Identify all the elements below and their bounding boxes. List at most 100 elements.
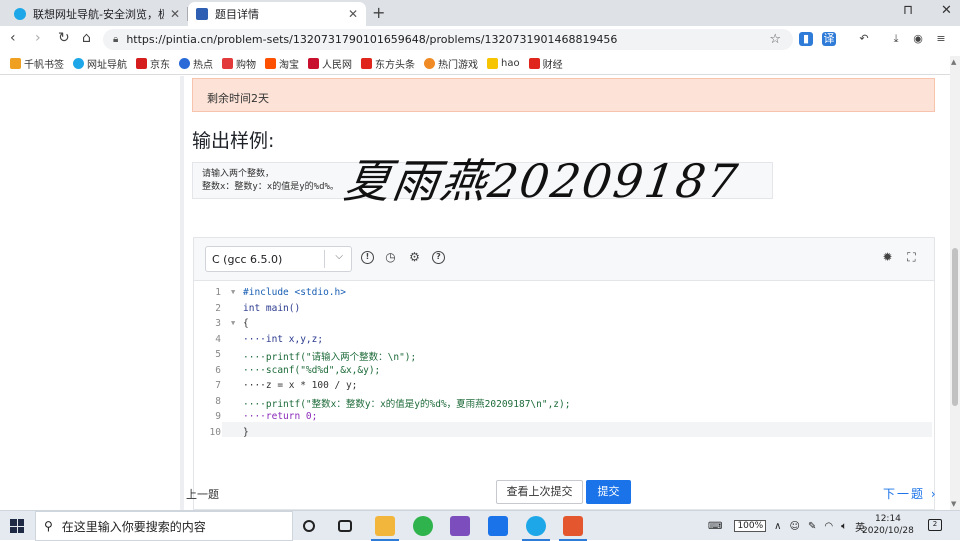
- back-icon[interactable]: ‹: [10, 30, 16, 46]
- line-number: 9: [215, 411, 221, 422]
- download-icon[interactable]: ⤓: [889, 32, 903, 46]
- restore-window-icon[interactable]: ⊓: [903, 3, 913, 18]
- bookmark-icon: [136, 58, 147, 69]
- scroll-up-icon[interactable]: ▲: [951, 58, 956, 66]
- bookmark-icon: [308, 58, 319, 69]
- bookmark-item[interactable]: hao: [487, 58, 520, 69]
- visual-studio-icon[interactable]: [450, 516, 470, 536]
- scrollbar-thumb[interactable]: [952, 248, 958, 406]
- bookmark-item[interactable]: 千帆书签: [10, 56, 64, 71]
- wifi-icon[interactable]: ◠: [824, 521, 833, 532]
- prev-problem-link[interactable]: 上一题: [186, 486, 219, 502]
- line-number: 10: [209, 427, 221, 438]
- close-tab-icon[interactable]: ✕: [170, 7, 180, 21]
- handwritten-signature: 夏雨燕20209187: [340, 154, 743, 208]
- translate-icon[interactable]: 译: [822, 32, 836, 46]
- bookmark-star-icon[interactable]: ☆: [769, 32, 781, 47]
- fullscreen-icon[interactable]: ⛶: [905, 251, 918, 264]
- debug-bug-icon[interactable]: ✹: [881, 251, 894, 264]
- lenovo-icon: [14, 8, 26, 20]
- new-tab-button[interactable]: +: [372, 3, 385, 22]
- bookmark-label: 热门游戏: [438, 60, 478, 71]
- taskbar-search-box[interactable]: ⚲ 在这里输入你要搜索的内容: [35, 511, 293, 541]
- line-number: 5: [215, 349, 221, 360]
- code-area[interactable]: 1 2 3 4 5 6 7 8 9 10 ▼ ▼ #include <stdio…: [194, 281, 934, 509]
- language-select[interactable]: C (gcc 6.5.0) ⌵: [205, 246, 352, 272]
- page-scrollbar[interactable]: ▲ ▼: [950, 56, 960, 510]
- bookmark-item[interactable]: 淘宝: [265, 56, 299, 71]
- submit-button[interactable]: 提交: [586, 480, 631, 504]
- file-explorer-icon[interactable]: [371, 516, 399, 541]
- bookmark-item[interactable]: 人民网: [308, 56, 352, 71]
- line-number: 1: [215, 287, 221, 298]
- clock-date: 2020/10/28: [862, 526, 914, 536]
- undo-icon[interactable]: ↶: [857, 32, 871, 46]
- bookmark-icon: [487, 58, 498, 69]
- pen-icon[interactable]: ✎: [808, 521, 816, 532]
- code-line: ····scanf("%d%d",&x,&y);: [243, 365, 381, 376]
- account-icon[interactable]: ◉: [911, 32, 925, 46]
- home-icon[interactable]: ⌂: [82, 30, 91, 46]
- reload-icon[interactable]: ↻: [58, 30, 70, 46]
- notice-text: 剩余时间2天: [207, 92, 269, 105]
- code-line: ····printf("整数x：整数y：x的值是y的%d%，夏雨燕2020918…: [243, 399, 571, 410]
- code-line: ····printf("请输入两个整数：\n");: [243, 352, 417, 363]
- forward-icon[interactable]: ›: [35, 30, 41, 46]
- lock-icon: 🔒︎: [113, 34, 119, 45]
- fold-arrow-icon[interactable]: ▼: [231, 288, 235, 296]
- code-line: ····int x,y,z;: [243, 334, 324, 345]
- battery-indicator[interactable]: 100%: [734, 520, 767, 532]
- next-problem-link[interactable]: 下一题 ›: [883, 485, 938, 502]
- bookmark-label: 京东: [150, 60, 170, 71]
- info-icon[interactable]: !: [361, 251, 374, 264]
- bookmark-item[interactable]: 东方头条: [361, 56, 415, 71]
- windows-taskbar: ⚲ 在这里输入你要搜索的内容 ⌨ 100% ∧ ☺ ✎ ◠ 🔈︎ 英 12:14…: [0, 510, 960, 541]
- bookmark-icon: [222, 58, 233, 69]
- bookmark-label: 人民网: [322, 60, 352, 71]
- action-center-icon[interactable]: 2: [928, 519, 942, 531]
- tab-lenovo-nav[interactable]: 联想网址导航-安全浏览，极速体验 ✕: [6, 2, 188, 26]
- menu-icon[interactable]: ≡: [934, 32, 948, 46]
- tab-problem-detail[interactable]: 题目详情 ✕: [188, 2, 366, 26]
- pta-icon: [196, 8, 208, 20]
- url-text: https://pintia.cn/problem-sets/132073179…: [126, 33, 618, 46]
- taskbar-clock[interactable]: 12:14 2020/10/28: [862, 513, 914, 537]
- bookmark-icon: [73, 58, 84, 69]
- show-hidden-icons[interactable]: ∧: [774, 521, 781, 532]
- bookmark-item[interactable]: 网址导航: [73, 56, 127, 71]
- url-field[interactable]: 🔒︎ https://pintia.cn/problem-sets/132073…: [103, 29, 793, 50]
- bookmark-item[interactable]: 财经: [528, 56, 563, 71]
- line-number: 7: [215, 380, 221, 391]
- volume-icon[interactable]: 🔈︎: [841, 521, 847, 532]
- code-line: ····return 0;: [243, 411, 318, 422]
- cortana-icon[interactable]: [303, 520, 315, 532]
- system-tray: ⌨ 100% ∧ ☺ ✎ ◠ 🔈︎ 英: [708, 511, 873, 541]
- code-line: int main(): [243, 303, 301, 314]
- bookmark-label: hao: [501, 58, 520, 69]
- help-icon[interactable]: ?: [432, 251, 445, 264]
- bookmark-item[interactable]: 京东: [136, 56, 170, 71]
- fold-arrow-icon[interactable]: ▼: [231, 319, 235, 327]
- task-view-icon[interactable]: [338, 520, 352, 532]
- close-tab-icon[interactable]: ✕: [348, 7, 358, 21]
- wechat-icon[interactable]: [413, 516, 433, 536]
- scroll-down-icon[interactable]: ▼: [951, 500, 956, 508]
- settings-gear-icon[interactable]: ⚙: [408, 251, 421, 264]
- time-remaining-notice: 剩余时间2天: [192, 78, 935, 112]
- bookmark-item[interactable]: 热点: [179, 56, 213, 71]
- browser-icon[interactable]: [522, 516, 550, 541]
- address-bar: ‹ › ↻ ⌂ 🔒︎ https://pintia.cn/problem-set…: [0, 26, 960, 53]
- people-icon[interactable]: ☺: [790, 521, 800, 532]
- history-icon[interactable]: ◷: [384, 251, 397, 264]
- keyboard-icon[interactable]: ⌨: [708, 521, 722, 532]
- windows-start-icon[interactable]: [10, 519, 24, 533]
- close-window-icon[interactable]: ✕: [941, 3, 952, 18]
- view-last-submission-button[interactable]: 查看上次提交: [496, 480, 583, 504]
- bookmark-item[interactable]: 购物: [222, 56, 256, 71]
- mail-icon[interactable]: [488, 516, 508, 536]
- extension-icon[interactable]: ▮: [799, 32, 813, 46]
- active-line-highlight: [222, 422, 932, 437]
- bookmark-item[interactable]: 热门游戏: [424, 56, 478, 71]
- section-title: 输出样例:: [192, 130, 275, 152]
- snipping-tool-icon[interactable]: [559, 516, 587, 541]
